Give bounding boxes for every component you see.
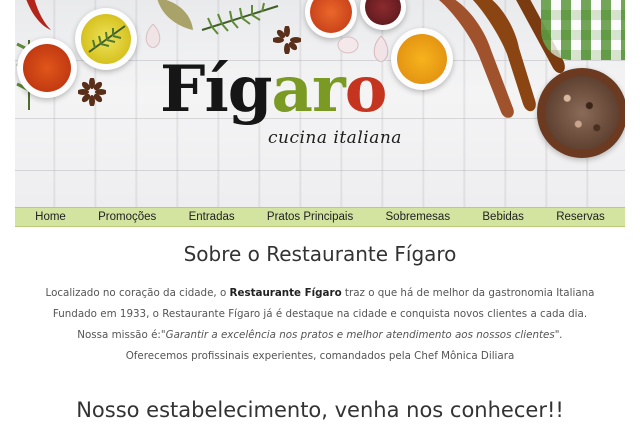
mission-label: Nossa missão é:: [77, 329, 161, 341]
nav-link-sobremesas[interactable]: Sobremesas: [386, 211, 451, 223]
saffron-bowl-image: [17, 38, 77, 98]
main-nav: Home Promoções Entradas Pratos Principai…: [15, 207, 625, 227]
logo-subtitle: cucina italiana: [268, 128, 402, 148]
about-line-1-prefix: Localizado no coração da cidade, o: [45, 287, 230, 299]
nav-link-home[interactable]: Home: [35, 211, 66, 223]
nav-link-promocoes[interactable]: Promoções: [98, 211, 156, 223]
nav-link-bebidas[interactable]: Bebidas: [482, 211, 524, 223]
nav-link-pratos-principais[interactable]: Pratos Principais: [267, 211, 353, 223]
about-line-1-suffix: traz o que há de melhor da gastronomia I…: [341, 287, 595, 299]
nav-link-reservas[interactable]: Reservas: [556, 211, 605, 223]
star-anise-image: [272, 25, 302, 55]
bay-leaf-image: [155, 0, 195, 32]
star-anise-image: [77, 77, 107, 107]
paprika-bowl-image: [305, 0, 357, 38]
logo-part-2: ar: [271, 52, 346, 127]
mission-quote: "Garantir a excelência nos pratos e melh…: [160, 329, 563, 341]
checkered-cloth-image: [541, 0, 625, 60]
restaurant-logo: Fígaro cucina italiana: [160, 58, 420, 158]
olive-oil-bowl-image: [75, 8, 137, 70]
about-title: Sobre o Restaurante Fígaro: [183, 242, 457, 266]
about-line-3: Nossa missão é:"Garantir a excelência no…: [0, 325, 640, 346]
logo-wordmark: Fígaro: [160, 58, 387, 122]
peppercorn-bowl-image: [537, 68, 625, 158]
establishment-title: Nosso estabelecimento, venha nos conhece…: [76, 398, 564, 422]
about-line-2: Fundado em 1933, o Restaurante Fígaro já…: [52, 308, 588, 320]
wood-grain: [15, 170, 625, 171]
logo-part-3: o: [344, 52, 388, 127]
sumac-bowl-image: [360, 0, 406, 30]
about-line-4: Oferecemos profissinais experientes, com…: [125, 350, 515, 362]
restaurant-name: Restaurante Fígaro: [229, 287, 342, 299]
about-text: Localizado no coração da cidade, o Resta…: [0, 283, 640, 367]
chili-pepper-image: [21, 0, 55, 34]
logo-part-1: Fíg: [160, 52, 272, 127]
about-line-1: Localizado no coração da cidade, o Resta…: [0, 283, 640, 304]
rosemary-image: [200, 0, 280, 36]
header-banner: Fígaro cucina italiana: [15, 0, 625, 207]
nav-link-entradas[interactable]: Entradas: [189, 211, 235, 223]
